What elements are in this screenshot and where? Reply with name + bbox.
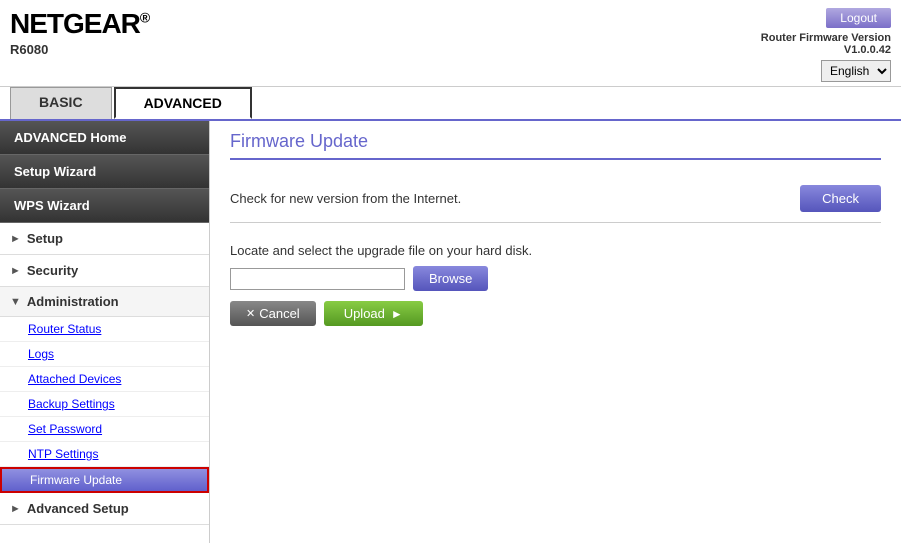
sidebar-wps-wizard[interactable]: WPS Wizard [0,189,209,223]
sidebar-link-ntp-settings[interactable]: NTP Settings [0,442,209,467]
page-title: Firmware Update [230,121,881,160]
sidebar-link-logs[interactable]: Logs [0,342,209,367]
content-area: Firmware Update Check for new version fr… [210,121,901,543]
sidebar-section-administration[interactable]: ▼ Administration [0,287,209,317]
chevron-right-icon: ► [10,265,21,277]
sidebar-link-attached-devices[interactable]: Attached Devices [0,367,209,392]
header: NETGEAR® R6080 Logout Router Firmware Ve… [0,0,901,87]
sidebar-link-set-password[interactable]: Set Password [0,417,209,442]
upload-label-text: Upload [344,306,385,321]
firmware-version: Router Firmware Version V1.0.0.42 [761,32,891,56]
cancel-button[interactable]: ✕ Cancel [230,301,316,326]
logo: NETGEAR® [10,8,149,40]
sidebar-section-advanced-setup[interactable]: ► Advanced Setup [0,493,209,525]
action-row: ✕ Cancel Upload ► [230,301,881,326]
sidebar-section-setup[interactable]: ► Setup [0,223,209,255]
check-row: Check for new version from the Internet.… [230,175,881,223]
header-right: Logout Router Firmware Version V1.0.0.42… [761,8,891,82]
tab-basic[interactable]: BASIC [10,87,112,119]
chevron-right-icon: ► [10,233,21,245]
file-row: Browse [230,266,881,291]
logo-area: NETGEAR® R6080 [10,8,149,57]
logout-button[interactable]: Logout [826,8,891,28]
cancel-label: Cancel [259,306,299,321]
check-internet-label: Check for new version from the Internet. [230,191,461,206]
registered-mark: ® [140,10,149,26]
upload-button[interactable]: Upload ► [324,301,423,326]
sidebar-link-firmware-update[interactable]: Firmware Update [0,467,209,493]
logo-wordmark: NETGEAR [10,8,140,39]
tab-bar: BASIC ADVANCED [0,87,901,121]
sidebar-link-router-status[interactable]: Router Status [0,317,209,342]
language-selector-wrap: English [821,60,891,82]
sidebar-section-admin-label: Administration [27,294,119,309]
upload-label: Locate and select the upgrade file on yo… [230,243,881,258]
sidebar-section-security[interactable]: ► Security [0,255,209,287]
sidebar-advanced-home[interactable]: ADVANCED Home [0,121,209,155]
x-icon: ✕ [246,307,255,320]
tab-advanced[interactable]: ADVANCED [114,87,252,119]
sidebar-section-advanced-setup-label: Advanced Setup [27,501,129,516]
chevron-down-icon: ▼ [10,296,21,308]
browse-button[interactable]: Browse [413,266,488,291]
language-select[interactable]: English [821,60,891,82]
sidebar-setup-wizard[interactable]: Setup Wizard [0,155,209,189]
arrow-right-icon: ► [391,307,403,321]
file-input[interactable] [230,268,405,290]
check-button[interactable]: Check [800,185,881,212]
chevron-right-icon: ► [10,503,21,515]
model-number: R6080 [10,42,149,57]
sidebar-section-security-label: Security [27,263,78,278]
main-layout: ADVANCED Home Setup Wizard WPS Wizard ► … [0,121,901,543]
sidebar: ADVANCED Home Setup Wizard WPS Wizard ► … [0,121,210,543]
sidebar-section-setup-label: Setup [27,231,63,246]
sidebar-link-backup-settings[interactable]: Backup Settings [0,392,209,417]
upload-section: Locate and select the upgrade file on yo… [230,238,881,326]
